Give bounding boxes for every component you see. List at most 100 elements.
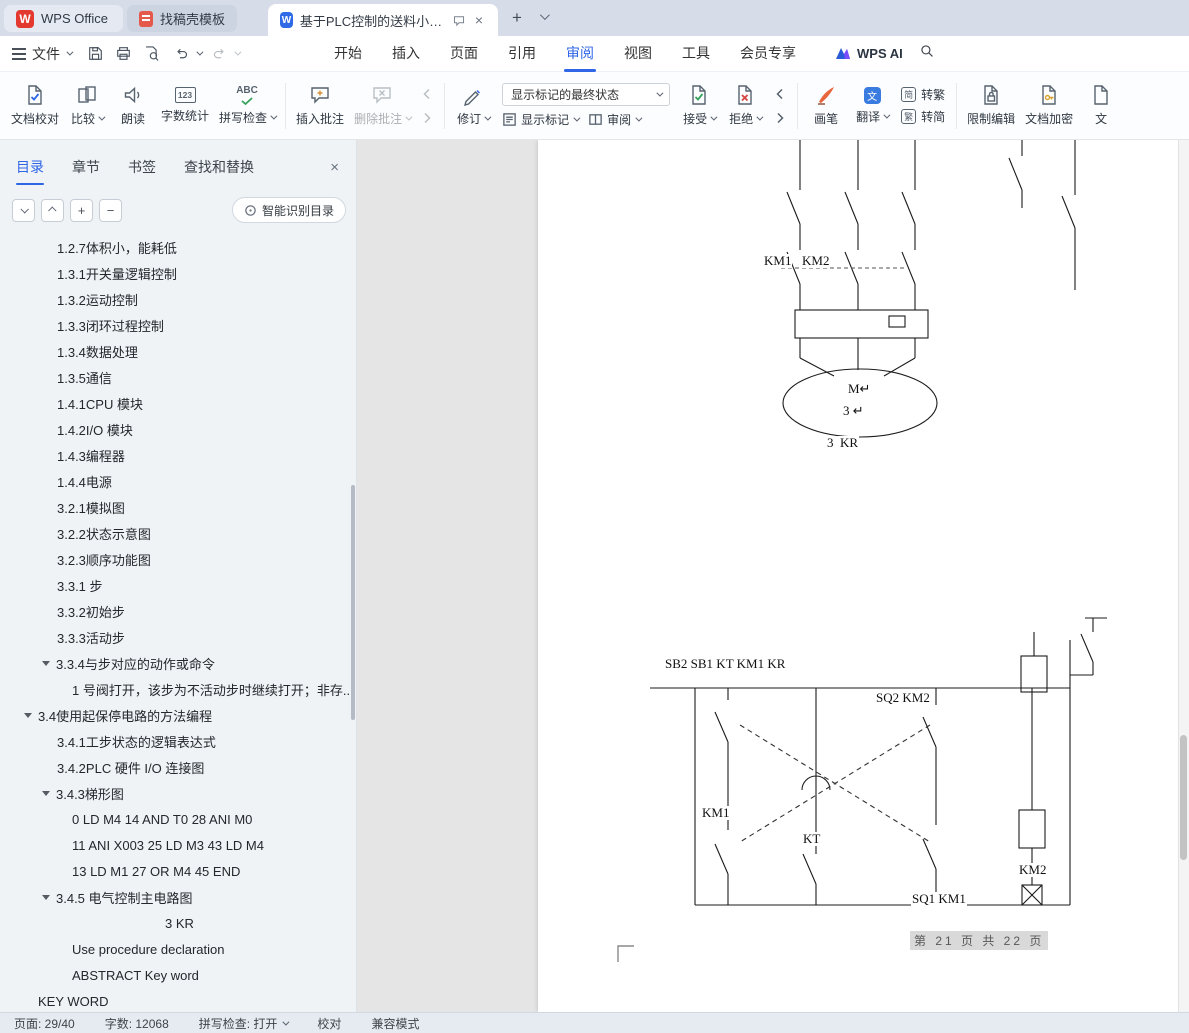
tab-wps-office[interactable]: W WPS Office xyxy=(4,5,123,32)
expand-arrow-icon[interactable] xyxy=(42,660,50,666)
toc-item[interactable]: 1.2.7体积小，能耗低 xyxy=(0,234,352,260)
toc-item[interactable]: 1.4.4电源 xyxy=(0,468,352,494)
menu-tab-view[interactable]: 视图 xyxy=(609,36,667,72)
toc-item[interactable]: 1.4.2I/O 模块 xyxy=(0,416,352,442)
to-traditional-button[interactable]: 简 转繁 xyxy=(901,86,945,103)
review-pane-button[interactable]: 审阅 xyxy=(588,111,643,128)
document-page[interactable]: KM1 KM2 M↵ 3 ↵ 3 KR SB2 SB1 KT KM1 KR SQ… xyxy=(538,140,1178,1012)
to-simplified-button[interactable]: 繁 转简 xyxy=(901,108,945,125)
scrollbar-thumb[interactable] xyxy=(1180,735,1187,860)
markup-state-dropdown[interactable]: 显示标记的最终状态 xyxy=(502,83,671,106)
wps-ai-button[interactable]: WPS AI xyxy=(835,46,903,62)
word-count-button[interactable]: 123 字数统计 xyxy=(156,76,214,136)
new-tab-button[interactable]: + xyxy=(512,8,522,28)
toc-item[interactable]: 1.3.2运动控制 xyxy=(0,286,352,312)
toc-item[interactable]: 1.3.4数据处理 xyxy=(0,338,352,364)
toc-item[interactable]: 11 ANI X003 25 LD M3 43 LD M4 xyxy=(0,832,352,858)
pen-button[interactable]: 画笔 xyxy=(803,76,849,136)
expand-arrow-icon[interactable] xyxy=(24,712,32,718)
sidebar-tab-toc[interactable]: 目录 xyxy=(16,157,44,185)
next-comment-button[interactable] xyxy=(417,108,437,128)
collapse-all-button[interactable] xyxy=(12,198,35,222)
zoom-out-button[interactable]: − xyxy=(99,198,122,222)
menu-tab-home[interactable]: 开始 xyxy=(319,36,377,72)
sidebar-tab-chapters[interactable]: 章节 xyxy=(72,157,100,177)
encrypt-button[interactable]: 文档加密 xyxy=(1020,76,1078,136)
tab-list-chevron-icon[interactable] xyxy=(539,10,550,21)
toc-item[interactable]: 3.3.2初始步 xyxy=(0,598,352,624)
toc-item[interactable]: 3.2.1模拟图 xyxy=(0,494,352,520)
toc-item[interactable]: 3.4.5 电气控制主电路图 xyxy=(0,884,352,910)
menu-tab-member[interactable]: 会员专享 xyxy=(725,36,811,72)
redo-button[interactable] xyxy=(205,41,242,67)
toc-item[interactable]: 3.2.3顺序功能图 xyxy=(0,546,352,572)
pen-icon xyxy=(818,87,835,105)
proofread-indicator[interactable]: 校对 xyxy=(317,1015,341,1032)
next-change-button[interactable] xyxy=(770,108,790,128)
toc-item[interactable]: 1 号阀打开，该步为不活动步时继续打开；非存... xyxy=(0,676,352,702)
tab-active-document[interactable]: W 基于PLC控制的送料小车控制系 × xyxy=(268,4,498,36)
read-aloud-button[interactable]: 朗读 xyxy=(110,76,156,136)
print-button[interactable] xyxy=(110,41,136,67)
menu-tab-tools[interactable]: 工具 xyxy=(667,36,725,72)
toc-item[interactable]: 3.4使用起保停电路的方法编程 xyxy=(0,702,352,728)
toc-item[interactable]: Use procedure declaration xyxy=(0,936,352,962)
close-icon[interactable]: × xyxy=(472,11,486,29)
toc-item[interactable]: 0 LD M4 14 AND T0 28 ANI M0 xyxy=(0,806,352,832)
toc-item[interactable]: 3.3.4与步对应的动作或命令 xyxy=(0,650,352,676)
toc-item[interactable]: KEY WORD xyxy=(0,988,352,1012)
track-changes-button[interactable]: 修订 xyxy=(450,76,496,136)
toc-item[interactable]: 3.3.1 步 xyxy=(0,572,352,598)
toc-item[interactable]: 13 LD M1 27 OR M4 45 END xyxy=(0,858,352,884)
search-button[interactable] xyxy=(919,43,935,64)
compare-button[interactable]: 比较 xyxy=(64,76,110,136)
prev-comment-button[interactable] xyxy=(417,84,437,104)
sidebar-tab-bookmarks[interactable]: 书签 xyxy=(128,157,156,177)
spell-check-button[interactable]: ABC 拼写检查 xyxy=(214,76,280,136)
print-preview-button[interactable] xyxy=(138,41,164,67)
menu-tab-review[interactable]: 审阅 xyxy=(551,36,609,72)
toc-item[interactable]: 3.4.3梯形图 xyxy=(0,780,352,806)
toc-item[interactable]: 1.4.3编程器 xyxy=(0,442,352,468)
vertical-scrollbar[interactable] xyxy=(1178,140,1189,1012)
toc-item[interactable]: 3.4.2PLC 硬件 I/O 连接图 xyxy=(0,754,352,780)
undo-button[interactable] xyxy=(167,41,204,67)
close-sidebar-icon[interactable]: × xyxy=(327,158,342,177)
zoom-in-button[interactable]: + xyxy=(70,198,93,222)
cutoff-button[interactable]: 文 xyxy=(1078,76,1124,136)
delete-comment-button[interactable]: 删除批注 xyxy=(349,76,415,136)
prev-change-button[interactable] xyxy=(770,84,790,104)
menu-tab-reference[interactable]: 引用 xyxy=(493,36,551,72)
toc-item[interactable]: 1.3.3闭环过程控制 xyxy=(0,312,352,338)
reject-button[interactable]: 拒绝 xyxy=(722,76,768,136)
show-markup-button[interactable]: 显示标记 xyxy=(502,111,581,128)
translate-button[interactable]: 文 翻译 xyxy=(849,76,895,136)
file-menu[interactable]: 文件 xyxy=(0,44,81,64)
menu-tab-page[interactable]: 页面 xyxy=(435,36,493,72)
sidebar-tab-find-replace[interactable]: 查找和替换 xyxy=(184,157,254,177)
toc-item[interactable]: 3.4.1工步状态的逻辑表达式 xyxy=(0,728,352,754)
toc-item[interactable]: 1.3.1开关量逻辑控制 xyxy=(0,260,352,286)
tab-template-doc[interactable]: 找稿壳模板 xyxy=(127,5,237,32)
sidebar-scrollbar-thumb[interactable] xyxy=(351,485,355,720)
save-button[interactable] xyxy=(82,41,108,67)
compat-mode-indicator[interactable]: 兼容模式 xyxy=(371,1015,419,1032)
toc-item[interactable]: 3.3.3活动步 xyxy=(0,624,352,650)
expand-arrow-icon[interactable] xyxy=(42,790,50,796)
toc-item[interactable]: ABSTRACT Key word xyxy=(0,962,352,988)
menu-tab-insert[interactable]: 插入 xyxy=(377,36,435,72)
expand-all-button[interactable] xyxy=(41,198,64,222)
toc-item[interactable]: 3 KR xyxy=(0,910,352,936)
insert-comment-button[interactable]: 插入批注 xyxy=(291,76,349,136)
restrict-edit-button[interactable]: 限制编辑 xyxy=(962,76,1020,136)
toc-item[interactable]: 3.2.2状态示意图 xyxy=(0,520,352,546)
toc-item[interactable]: 1.3.5通信 xyxy=(0,364,352,390)
toc-item[interactable]: 1.4.1CPU 模块 xyxy=(0,390,352,416)
doc-proofread-button[interactable]: 文档校对 xyxy=(6,76,64,136)
spellcheck-indicator[interactable]: 拼写检查: 打开 xyxy=(199,1015,290,1032)
expand-arrow-icon[interactable] xyxy=(42,894,50,900)
word-count-indicator[interactable]: 字数: 12068 xyxy=(105,1015,169,1032)
accept-button[interactable]: 接受 xyxy=(676,76,722,136)
smart-toc-button[interactable]: 智能识别目录 xyxy=(231,197,346,223)
page-indicator[interactable]: 页面: 29/40 xyxy=(14,1015,75,1032)
